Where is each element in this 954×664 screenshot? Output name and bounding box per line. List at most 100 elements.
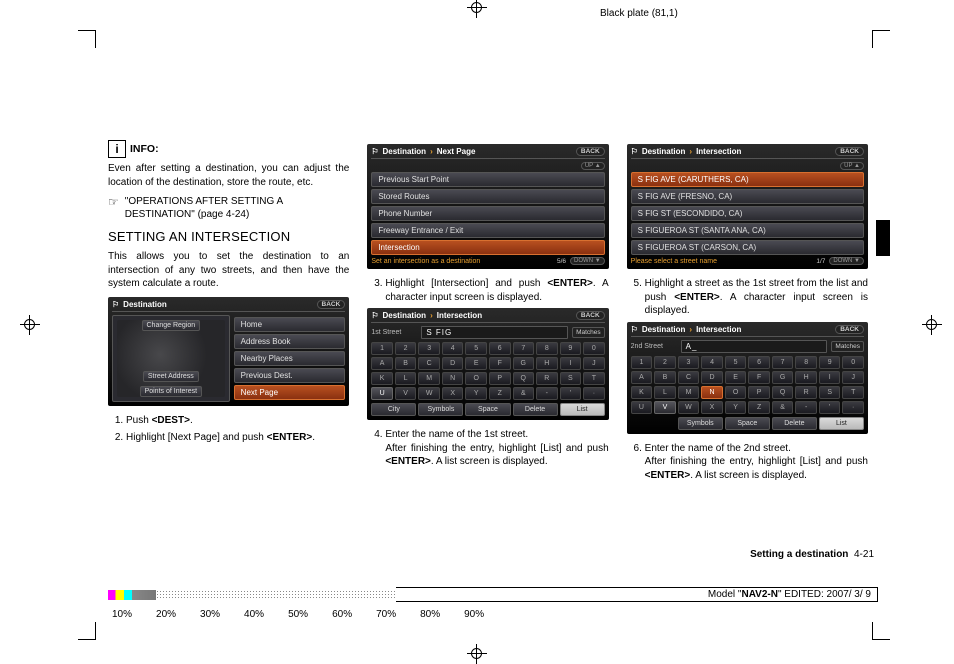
poi-button[interactable]: Points of Interest <box>140 386 203 397</box>
street-address-button[interactable]: Street Address <box>143 371 199 382</box>
key-A[interactable]: A <box>631 371 653 384</box>
key-M[interactable]: M <box>678 386 700 399</box>
menu-item[interactable]: Phone Number <box>371 206 604 221</box>
key-Q[interactable]: Q <box>513 372 535 385</box>
key-8[interactable]: 8 <box>536 342 558 355</box>
key-K[interactable]: K <box>371 372 393 385</box>
key-0[interactable]: 0 <box>842 356 864 369</box>
key-J[interactable]: J <box>842 371 864 384</box>
key-H[interactable]: H <box>536 357 558 370</box>
key-H[interactable]: H <box>795 371 817 384</box>
list-item[interactable]: S FIGUEROA ST (CARSON, CA) <box>631 240 864 255</box>
key-F[interactable]: F <box>489 357 511 370</box>
list-item[interactable]: S FIG AVE (FRESNO, CA) <box>631 189 864 204</box>
key-V[interactable]: V <box>654 401 676 414</box>
key-U[interactable]: U <box>631 401 653 414</box>
key-1[interactable]: 1 <box>631 356 653 369</box>
key-W[interactable]: W <box>418 387 440 400</box>
street-input[interactable]: A_ <box>681 340 828 353</box>
key-P[interactable]: P <box>489 372 511 385</box>
key-S[interactable]: S <box>819 386 841 399</box>
key-O[interactable]: O <box>725 386 747 399</box>
list-item[interactable]: S FIG AVE (CARUTHERS, CA) <box>631 172 864 187</box>
key-E[interactable]: E <box>725 371 747 384</box>
key-0[interactable]: 0 <box>583 342 605 355</box>
key-N[interactable]: N <box>701 386 723 399</box>
city-button[interactable]: City <box>371 403 416 416</box>
down-button[interactable]: DOWN ▼ <box>570 257 605 265</box>
key--[interactable]: - <box>536 387 558 400</box>
key-5[interactable]: 5 <box>465 342 487 355</box>
key-&[interactable]: & <box>513 387 535 400</box>
key-·[interactable]: · <box>842 401 864 414</box>
key-T[interactable]: T <box>583 372 605 385</box>
key-X[interactable]: X <box>442 387 464 400</box>
key-S[interactable]: S <box>560 372 582 385</box>
menu-item-home[interactable]: Home <box>234 317 346 332</box>
key-J[interactable]: J <box>583 357 605 370</box>
back-button[interactable]: BACK <box>317 300 346 309</box>
key-R[interactable]: R <box>795 386 817 399</box>
key-3[interactable]: 3 <box>678 356 700 369</box>
key-Q[interactable]: Q <box>772 386 794 399</box>
key-D[interactable]: D <box>701 371 723 384</box>
key-2[interactable]: 2 <box>654 356 676 369</box>
keyboard[interactable]: 1234567890ABCDEFGHIJKLMNOPQRSTUVWXYZ&-'· <box>631 356 864 414</box>
key-9[interactable]: 9 <box>819 356 841 369</box>
menu-item-prev-dest[interactable]: Previous Dest. <box>234 368 346 383</box>
key-W[interactable]: W <box>678 401 700 414</box>
key-5[interactable]: 5 <box>725 356 747 369</box>
key-E[interactable]: E <box>465 357 487 370</box>
key-L[interactable]: L <box>395 372 417 385</box>
list-item[interactable]: S FIGUEROA ST (SANTA ANA, CA) <box>631 223 864 238</box>
key-&[interactable]: & <box>772 401 794 414</box>
key-N[interactable]: N <box>442 372 464 385</box>
key-U[interactable]: U <box>371 387 393 400</box>
key-O[interactable]: O <box>465 372 487 385</box>
key-7[interactable]: 7 <box>772 356 794 369</box>
up-button[interactable]: UP ▲ <box>840 162 864 170</box>
key-6[interactable]: 6 <box>489 342 511 355</box>
key-X[interactable]: X <box>701 401 723 414</box>
key-'[interactable]: ' <box>819 401 841 414</box>
key-4[interactable]: 4 <box>701 356 723 369</box>
menu-item[interactable]: Stored Routes <box>371 189 604 204</box>
key-L[interactable]: L <box>654 386 676 399</box>
key-Z[interactable]: Z <box>489 387 511 400</box>
key-B[interactable]: B <box>395 357 417 370</box>
back-button[interactable]: BACK <box>835 147 864 156</box>
key-G[interactable]: G <box>513 357 535 370</box>
key-3[interactable]: 3 <box>418 342 440 355</box>
key-1[interactable]: 1 <box>371 342 393 355</box>
down-button[interactable]: DOWN ▼ <box>829 257 864 265</box>
key-V[interactable]: V <box>395 387 417 400</box>
key--[interactable]: - <box>795 401 817 414</box>
key-9[interactable]: 9 <box>560 342 582 355</box>
up-button[interactable]: UP ▲ <box>581 162 605 170</box>
menu-item[interactable]: Freeway Entrance / Exit <box>371 223 604 238</box>
symbols-button[interactable]: Symbols <box>678 417 723 430</box>
list-item[interactable]: S FIG ST (ESCONDIDO, CA) <box>631 206 864 221</box>
back-button[interactable]: BACK <box>576 147 605 156</box>
key-I[interactable]: I <box>560 357 582 370</box>
menu-item-address-book[interactable]: Address Book <box>234 334 346 349</box>
delete-button[interactable]: Delete <box>772 417 817 430</box>
keyboard[interactable]: 1234567890ABCDEFGHIJKLMNOPQRSTUVWXYZ&-'· <box>371 342 604 400</box>
key-G[interactable]: G <box>772 371 794 384</box>
key-C[interactable]: C <box>418 357 440 370</box>
key-F[interactable]: F <box>748 371 770 384</box>
key-Z[interactable]: Z <box>748 401 770 414</box>
list-button[interactable]: List <box>560 403 605 416</box>
key-4[interactable]: 4 <box>442 342 464 355</box>
key-7[interactable]: 7 <box>513 342 535 355</box>
key-R[interactable]: R <box>536 372 558 385</box>
key-B[interactable]: B <box>654 371 676 384</box>
menu-item-next-page[interactable]: Next Page <box>234 385 346 400</box>
back-button[interactable]: BACK <box>835 325 864 334</box>
key-M[interactable]: M <box>418 372 440 385</box>
symbols-button[interactable]: Symbols <box>418 403 463 416</box>
menu-item-intersection[interactable]: Intersection <box>371 240 604 255</box>
street-input[interactable]: S FIG <box>421 326 568 339</box>
key-Y[interactable]: Y <box>465 387 487 400</box>
list-button[interactable]: List <box>819 417 864 430</box>
